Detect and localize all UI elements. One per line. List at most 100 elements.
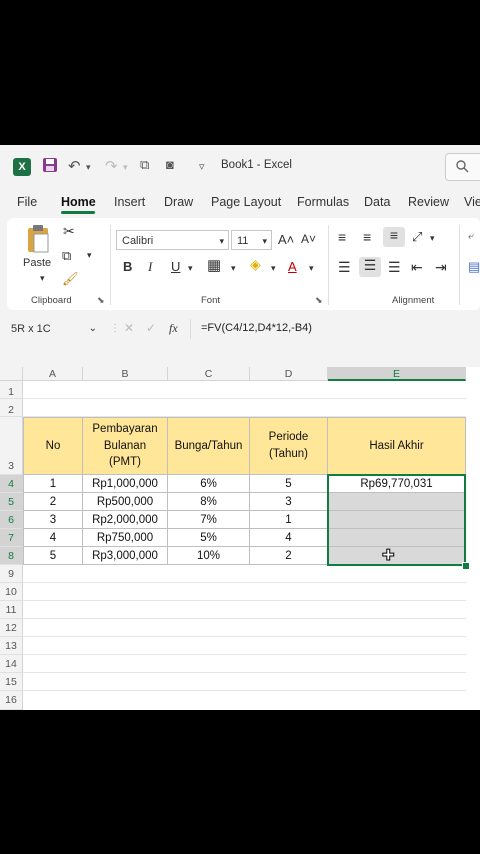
worksheet-grid[interactable]: A B C D E 1 2 3 4 5 6 7 8 9 10 11 12 13 … bbox=[0, 367, 480, 710]
search-box[interactable] bbox=[445, 153, 480, 181]
align-middle-icon[interactable]: ≡ bbox=[363, 229, 371, 245]
table-cell[interactable]: 2 bbox=[23, 493, 83, 511]
underline-button[interactable]: U bbox=[171, 259, 180, 274]
column-header-b[interactable]: B bbox=[83, 367, 168, 381]
borders-icon[interactable]: ▦ bbox=[207, 256, 221, 274]
table-cell[interactable]: 3 bbox=[23, 511, 83, 529]
row-header[interactable]: 15 bbox=[0, 673, 23, 691]
align-center-icon[interactable]: ☰ bbox=[359, 257, 381, 277]
table-cell[interactable]: 6% bbox=[168, 475, 250, 493]
table-cell[interactable]: Rp1,000,000 bbox=[83, 475, 168, 493]
increase-indent-icon[interactable]: ⇥ bbox=[435, 259, 447, 276]
table-header-cell[interactable]: No bbox=[23, 417, 83, 475]
bold-button[interactable]: B bbox=[123, 259, 132, 274]
row-header[interactable]: 2 bbox=[0, 399, 23, 417]
align-bottom-icon[interactable]: ≡ bbox=[383, 227, 405, 247]
result-cell[interactable]: Rp69,770,031 bbox=[328, 475, 466, 493]
align-right-icon[interactable]: ☰ bbox=[388, 259, 401, 276]
table-cell[interactable]: 1 bbox=[23, 475, 83, 493]
copy-dropdown-icon[interactable]: ▾ bbox=[87, 250, 92, 261]
camera-icon[interactable]: ◙ bbox=[166, 157, 174, 172]
undo-icon[interactable]: ↶ bbox=[68, 157, 81, 175]
row-header[interactable]: 8 bbox=[0, 547, 23, 565]
formula-input[interactable]: =FV(C4/12,D4*12,-B4) bbox=[201, 322, 312, 334]
italic-button[interactable]: I bbox=[148, 259, 152, 275]
table-header-cell[interactable]: Hasil Akhir bbox=[328, 417, 466, 475]
row-header[interactable]: 4 bbox=[0, 475, 23, 493]
table-header-cell[interactable]: Periode (Tahun) bbox=[250, 417, 328, 475]
column-header-e[interactable]: E bbox=[328, 367, 466, 381]
table-cell[interactable]: Rp500,000 bbox=[83, 493, 168, 511]
table-cell[interactable]: 4 bbox=[250, 529, 328, 547]
select-all-corner[interactable] bbox=[0, 367, 23, 381]
column-header-c[interactable]: C bbox=[168, 367, 250, 381]
table-header-cell[interactable]: Pembayaran Bulanan (PMT) bbox=[83, 417, 168, 475]
cancel-icon[interactable]: ✕ bbox=[124, 321, 134, 335]
shapes-icon[interactable]: ⧉ bbox=[140, 157, 149, 173]
font-color-icon[interactable]: A bbox=[288, 259, 297, 274]
align-top-icon[interactable]: ≡ bbox=[338, 229, 346, 245]
cut-icon[interactable]: ✂ bbox=[63, 223, 75, 240]
row-header[interactable]: 9 bbox=[0, 565, 23, 583]
underline-dropdown-icon[interactable]: ▾ bbox=[188, 263, 193, 274]
font-color-dropdown-icon[interactable]: ▾ bbox=[309, 263, 314, 274]
table-cell[interactable]: 4 bbox=[23, 529, 83, 547]
row-header[interactable]: 10 bbox=[0, 583, 23, 601]
result-cell[interactable] bbox=[328, 493, 466, 511]
row-header[interactable]: 5 bbox=[0, 493, 23, 511]
table-cell[interactable]: 10% bbox=[168, 547, 250, 565]
table-header-cell[interactable]: Bunga/Tahun bbox=[168, 417, 250, 475]
fill-handle[interactable] bbox=[462, 562, 470, 570]
row-header[interactable]: 1 bbox=[0, 381, 23, 399]
clipboard-launcher-icon[interactable]: ⬊ bbox=[97, 295, 105, 306]
align-left-icon[interactable]: ☰ bbox=[338, 259, 351, 276]
copy-icon[interactable]: ⧉ bbox=[62, 248, 71, 264]
borders-dropdown-icon[interactable]: ▾ bbox=[231, 263, 236, 274]
table-cell[interactable]: 5 bbox=[23, 547, 83, 565]
table-cell[interactable]: 2 bbox=[250, 547, 328, 565]
save-icon[interactable] bbox=[42, 157, 58, 177]
result-cell[interactable] bbox=[328, 511, 466, 529]
orientation-icon[interactable]: ⤢ bbox=[412, 229, 422, 245]
table-cell[interactable]: 3 bbox=[250, 493, 328, 511]
table-cell[interactable]: 5% bbox=[168, 529, 250, 547]
merge-center-icon[interactable]: ▤ bbox=[468, 259, 480, 275]
tab-insert[interactable]: Insert bbox=[114, 195, 145, 209]
row-header[interactable]: 16 bbox=[0, 691, 23, 710]
paste-icon[interactable] bbox=[25, 224, 51, 257]
fill-color-icon[interactable]: ◈ bbox=[250, 256, 261, 273]
row-header[interactable]: 7 bbox=[0, 529, 23, 547]
row-header[interactable]: 3 bbox=[0, 417, 23, 475]
result-cell[interactable] bbox=[328, 529, 466, 547]
fill-color-dropdown-icon[interactable]: ▾ bbox=[271, 263, 276, 274]
table-cell[interactable]: 5 bbox=[250, 475, 328, 493]
row-header[interactable]: 14 bbox=[0, 655, 23, 673]
tab-formulas[interactable]: Formulas bbox=[297, 195, 349, 209]
wrap-text-icon[interactable]: ⤶ bbox=[468, 231, 474, 242]
tab-data[interactable]: Data bbox=[364, 195, 390, 209]
paste-label[interactable]: Paste bbox=[23, 257, 51, 269]
table-cell[interactable]: Rp3,000,000 bbox=[83, 547, 168, 565]
column-header-a[interactable]: A bbox=[23, 367, 83, 381]
tab-home[interactable]: Home bbox=[61, 195, 96, 209]
increase-font-size-button[interactable]: A˄ bbox=[278, 232, 294, 247]
decrease-indent-icon[interactable]: ⇤ bbox=[411, 259, 423, 276]
font-name-select[interactable]: Calibri ▾ bbox=[116, 230, 229, 250]
table-cell[interactable]: 8% bbox=[168, 493, 250, 511]
tab-view[interactable]: Vie bbox=[464, 195, 480, 209]
redo-dropdown-icon[interactable]: ▾ bbox=[123, 162, 128, 173]
paste-dropdown-icon[interactable]: ▾ bbox=[40, 273, 45, 284]
row-header[interactable]: 13 bbox=[0, 637, 23, 655]
enter-icon[interactable]: ✓ bbox=[146, 321, 156, 335]
name-box[interactable]: 5R x 1C ⌄ bbox=[6, 319, 101, 339]
font-launcher-icon[interactable]: ⬊ bbox=[315, 295, 323, 306]
orientation-dropdown-icon[interactable]: ▾ bbox=[430, 233, 435, 244]
table-cell[interactable]: 7% bbox=[168, 511, 250, 529]
insert-function-icon[interactable]: fx bbox=[169, 321, 178, 336]
tab-page-layout[interactable]: Page Layout bbox=[211, 195, 281, 209]
tab-draw[interactable]: Draw bbox=[164, 195, 193, 209]
row-header[interactable]: 12 bbox=[0, 619, 23, 637]
decrease-font-size-button[interactable]: A˅ bbox=[301, 232, 316, 246]
result-cell[interactable] bbox=[328, 547, 466, 565]
table-cell[interactable]: Rp750,000 bbox=[83, 529, 168, 547]
